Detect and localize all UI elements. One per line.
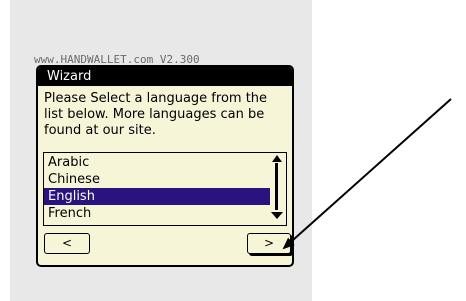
pointer-arrow-annotation [282,98,452,250]
